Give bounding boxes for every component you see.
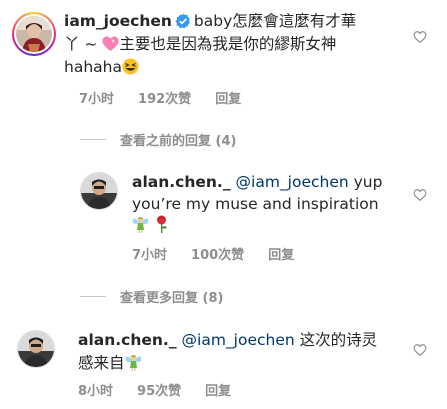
rose-emoji-icon [154, 215, 169, 237]
comment-text: you’re my muse and inspiration [132, 193, 379, 215]
fairy-emoji-icon [132, 215, 149, 237]
reply-button[interactable]: 回复 [215, 92, 241, 107]
timestamp: 7小时 [132, 248, 168, 263]
view-more-label[interactable]: 查看更多回复 (8) [120, 287, 223, 306]
reply-button[interactable]: 回复 [205, 384, 231, 399]
like-count[interactable]: 100次赞 [191, 248, 244, 263]
username[interactable]: alan.chen._ [132, 173, 231, 191]
verified-badge-icon [175, 13, 191, 35]
comment-text-line: 丫 ~ [64, 35, 103, 53]
timestamp: 7小时 [79, 92, 115, 107]
view-previous-replies[interactable]: 查看之前的回复 (4) [80, 130, 236, 149]
comment-text: alan.chen._ @iam_joechen 这次的诗灵 [78, 329, 377, 351]
comment-text: 丫 ~ 主要也是因為我是你的繆斯女神 [64, 33, 336, 58]
like-heart-icon[interactable] [413, 30, 427, 44]
comment-text: alan.chen._ @iam_joechen yup [132, 171, 382, 193]
comment-text: 感来自 [78, 352, 142, 377]
comment-text-line: yup [348, 173, 383, 191]
username[interactable]: iam_joechen [64, 12, 172, 30]
comment-text-line: you’re my muse and inspiration [132, 195, 379, 213]
comment-meta: 7小时 100次赞 回复 [132, 244, 318, 263]
like-heart-icon[interactable] [413, 343, 427, 357]
divider [80, 139, 106, 140]
comment-meta: 7小时 192次赞 回复 [79, 88, 265, 107]
username[interactable]: alan.chen._ [78, 331, 177, 349]
heart-emoji-icon [102, 36, 119, 58]
avatar-ring[interactable] [12, 12, 56, 56]
comment-text-line: 主要也是因為我是你的繆斯女神 [119, 35, 337, 53]
like-count[interactable]: 95次赞 [137, 384, 181, 399]
like-heart-icon[interactable] [413, 188, 427, 202]
comment-text-line: 感来自 [78, 354, 125, 372]
comment-meta: 8小时 95次赞 回复 [78, 380, 255, 399]
timestamp: 8小时 [78, 384, 114, 399]
fairy-emoji-icon [125, 353, 142, 377]
comment-text: hahaha [64, 56, 139, 81]
comment-text-line: hahaha [64, 58, 122, 76]
mention-link[interactable]: @iam_joechen [182, 331, 295, 349]
divider [80, 296, 106, 297]
view-previous-label[interactable]: 查看之前的回复 (4) [120, 130, 236, 149]
emoji-row [132, 215, 169, 237]
reply-button[interactable]: 回复 [268, 248, 294, 263]
avatar[interactable] [80, 172, 118, 210]
comment-text: iam_joechen baby怎麼會這麼有才華 [64, 10, 356, 35]
avatar[interactable] [17, 330, 55, 368]
comment-text-line: 这次的诗灵 [294, 331, 378, 349]
avatar[interactable] [16, 16, 52, 52]
grinning-emoji-icon [122, 58, 139, 81]
mention-link[interactable]: @iam_joechen [236, 173, 349, 191]
view-more-replies[interactable]: 查看更多回复 (8) [80, 287, 223, 306]
like-count[interactable]: 192次赞 [138, 92, 191, 107]
comment-text-line: baby怎麼會這麼有才華 [193, 12, 357, 30]
